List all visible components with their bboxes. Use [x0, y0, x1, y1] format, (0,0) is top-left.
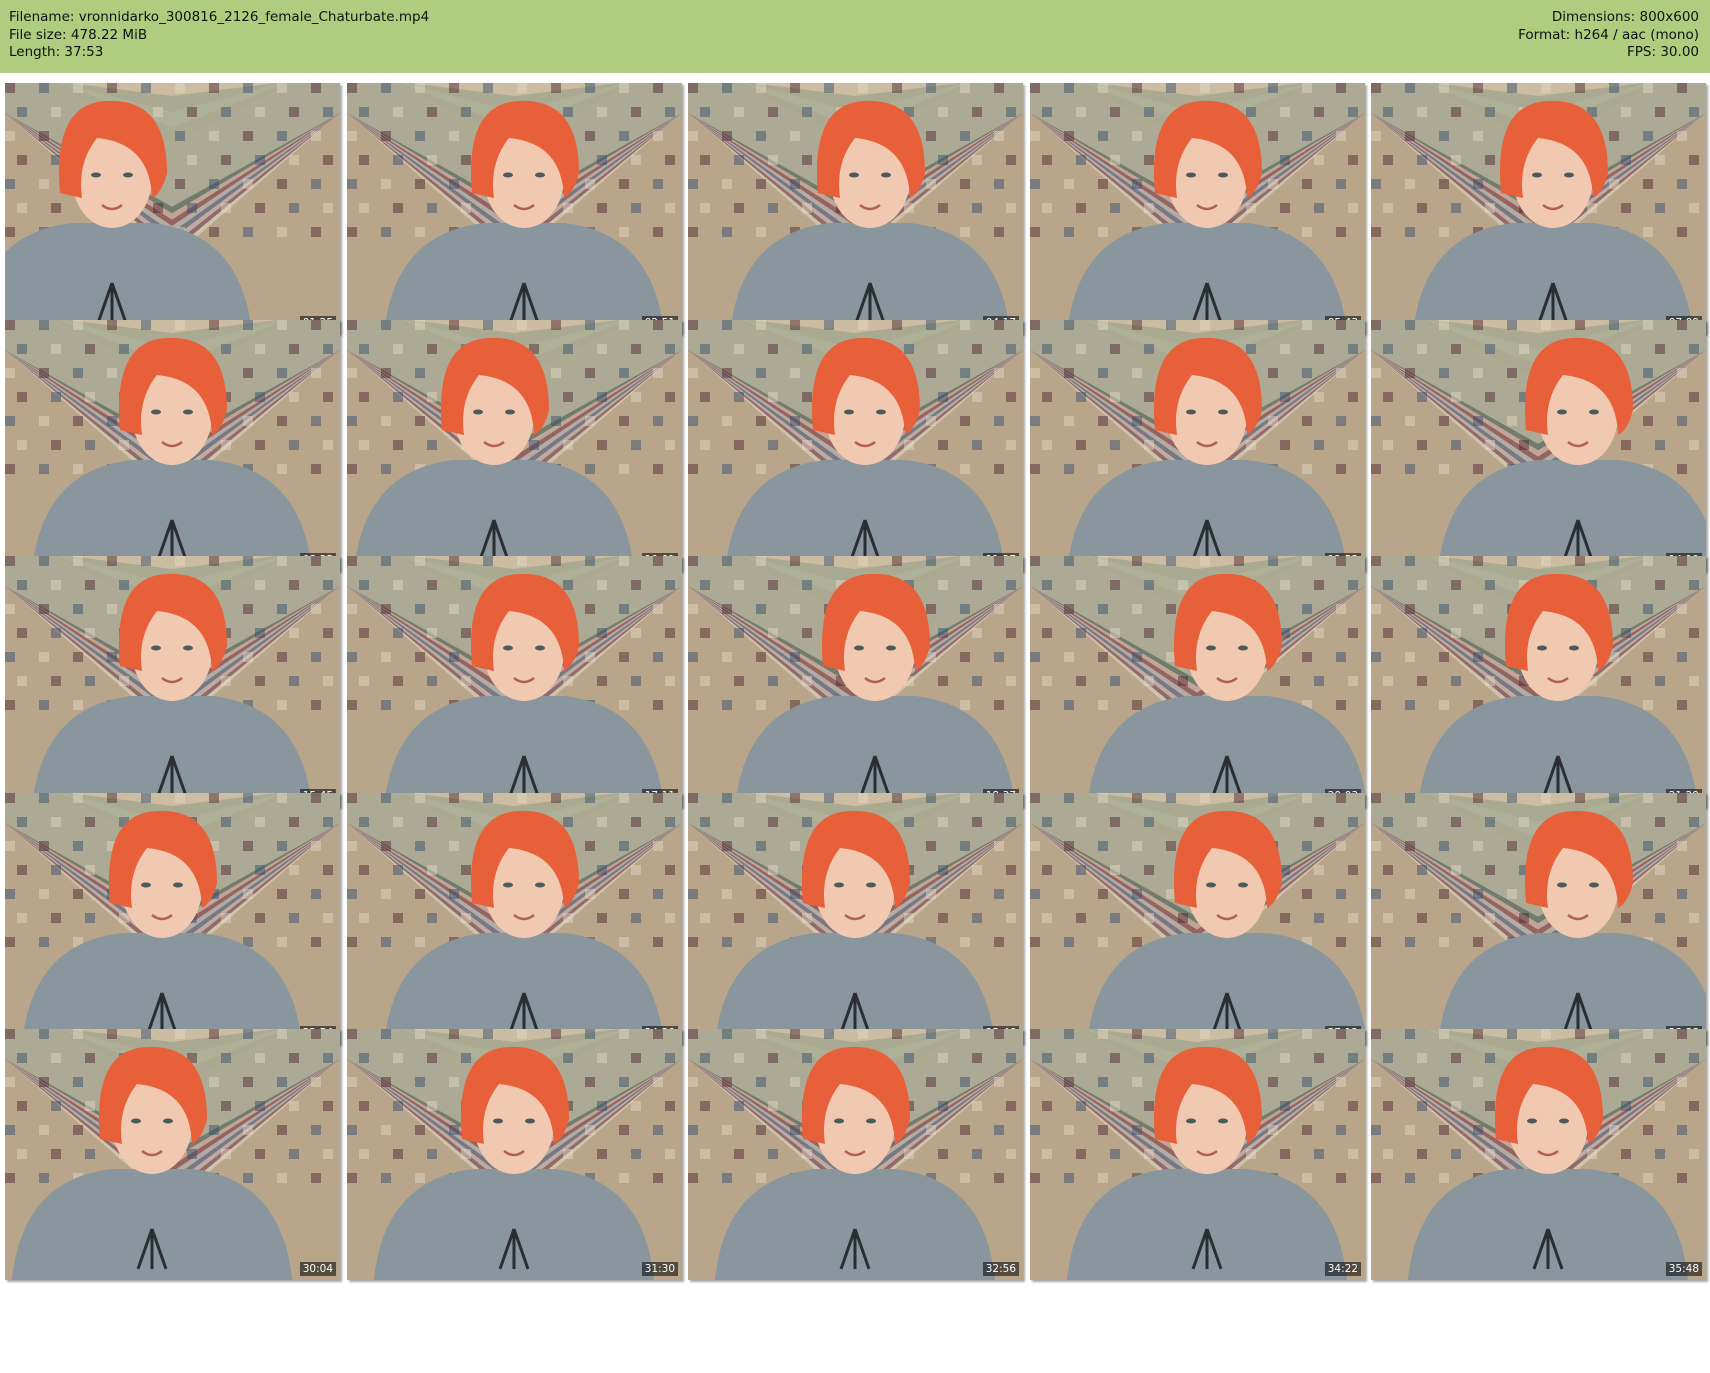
- video-thumbnail: 17:11: [347, 556, 682, 807]
- video-thumbnail: 11:27: [688, 320, 1023, 571]
- filename-text: Filename: vronnidarko_300816_2126_female…: [9, 9, 430, 25]
- video-thumbnail: 28:38: [1371, 793, 1706, 1044]
- frame-image: [688, 320, 1023, 571]
- timestamp-label: 31:30: [641, 1262, 678, 1276]
- video-thumbnail: 10:01: [347, 320, 682, 571]
- video-thumbnail: 31:30: [347, 1029, 682, 1280]
- video-thumbnail: 34:22: [1030, 1029, 1365, 1280]
- video-thumbnail: 15:45: [5, 556, 340, 807]
- frame-image: [1371, 320, 1706, 571]
- frame-image: [688, 1029, 1023, 1280]
- dimensions-text: Dimensions: 800x600: [1551, 9, 1699, 25]
- timestamp-label: 34:22: [1324, 1262, 1361, 1276]
- video-thumbnail: 22:54: [5, 793, 340, 1044]
- video-thumbnail: 27:12: [1030, 793, 1365, 1044]
- frame-image: [5, 83, 340, 334]
- video-thumbnail: 02:51: [347, 83, 682, 334]
- frame-image: [1030, 556, 1365, 807]
- video-thumbnail: 01:25: [5, 83, 340, 334]
- filesize-text: File size: 478.22 MiB: [9, 26, 148, 43]
- file-info-right: Dimensions: 800x600 Format: h264 / aac (…: [1518, 9, 1699, 62]
- video-thumbnail: 20:03: [1030, 556, 1365, 807]
- frame-image: [688, 83, 1023, 334]
- frame-image: [688, 556, 1023, 807]
- video-thumbnail: 21:29: [1371, 556, 1706, 807]
- video-thumbnail: 07:09: [1371, 83, 1706, 334]
- frame-image: [347, 793, 682, 1044]
- frame-image: [5, 793, 340, 1044]
- video-thumbnail: 24:20: [347, 793, 682, 1044]
- frame-image: [1030, 83, 1365, 334]
- video-thumbnail: 35:48: [1371, 1029, 1706, 1280]
- frame-image: [347, 556, 682, 807]
- length-text: Length: 37:53: [9, 44, 104, 60]
- video-thumbnail: 30:04: [5, 1029, 340, 1280]
- frame-image: [347, 83, 682, 334]
- frame-image: [347, 1029, 682, 1280]
- video-thumbnail: 25:46: [688, 793, 1023, 1044]
- video-thumbnail: 12:53: [1030, 320, 1365, 571]
- frame-image: [5, 556, 340, 807]
- video-thumbnail: 32:56: [688, 1029, 1023, 1280]
- frame-image: [1371, 556, 1706, 807]
- thumbnail-grid: 01:2502:5104:1705:4307:09 08:3510:0111:27…: [5, 83, 1706, 1368]
- frame-image: [688, 793, 1023, 1044]
- frame-image: [1030, 320, 1365, 571]
- video-thumbnail: 05:43: [1030, 83, 1365, 334]
- frame-image: [1371, 793, 1706, 1044]
- frame-image: [1030, 793, 1365, 1044]
- video-thumbnail: 08:35: [5, 320, 340, 571]
- info-header: Filename: vronnidarko_300816_2126_female…: [0, 0, 1710, 73]
- timestamp-label: 35:48: [1665, 1262, 1702, 1276]
- format-text: Format: h264 / aac (mono): [1518, 26, 1699, 43]
- frame-image: [1371, 83, 1706, 334]
- frame-image: [5, 320, 340, 571]
- file-info-left: Filename: vronnidarko_300816_2126_female…: [9, 9, 429, 62]
- frame-image: [1030, 1029, 1365, 1280]
- video-thumbnail: 04:17: [688, 83, 1023, 334]
- frame-image: [5, 1029, 340, 1280]
- frame-image: [1371, 1029, 1706, 1280]
- fps-text: FPS: 30.00: [1627, 44, 1699, 60]
- timestamp-label: 32:56: [982, 1262, 1019, 1276]
- video-thumbnail: 18:37: [688, 556, 1023, 807]
- frame-image: [347, 320, 682, 571]
- timestamp-label: 30:04: [299, 1262, 336, 1276]
- video-thumbnail: 14:19: [1371, 320, 1706, 571]
